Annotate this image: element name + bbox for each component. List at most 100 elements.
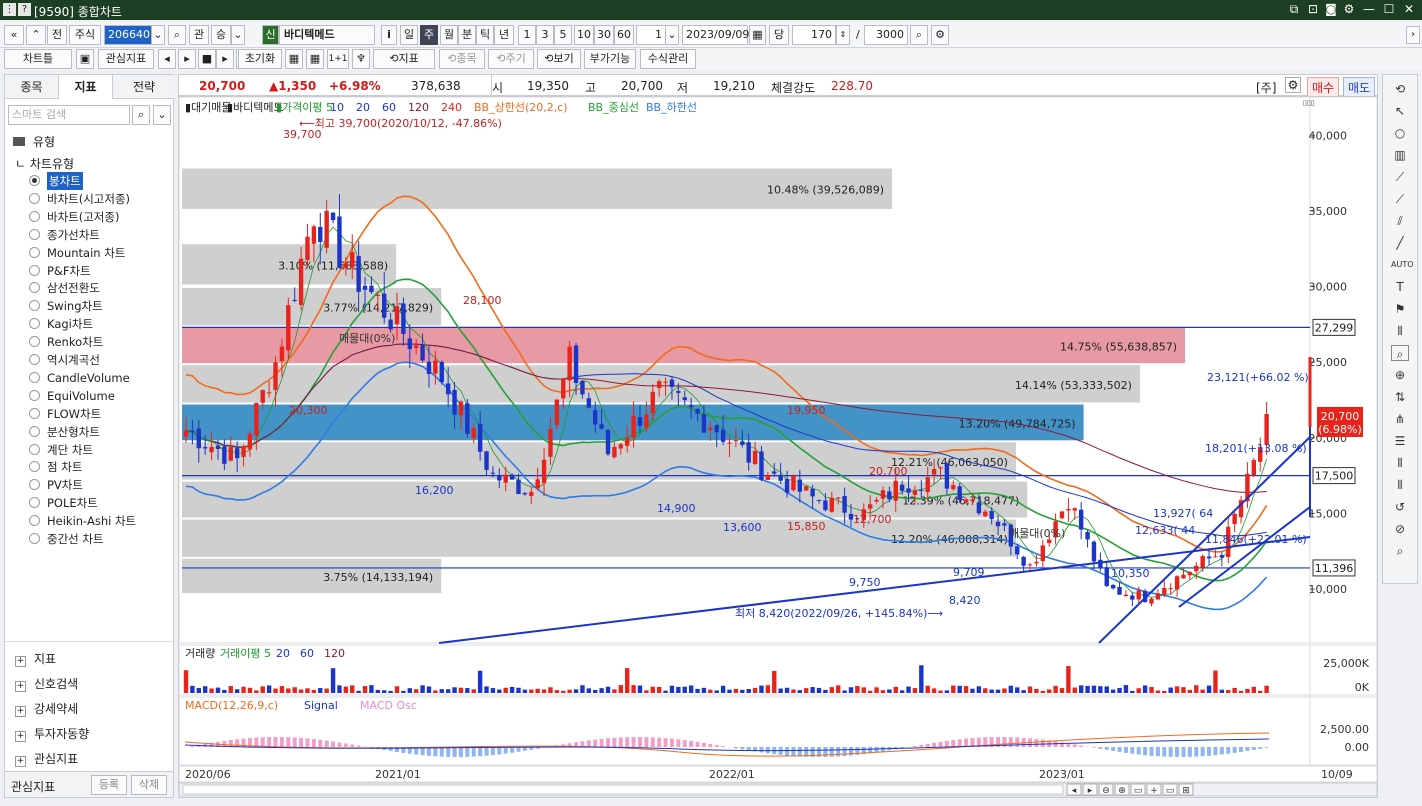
capture-icon[interactable]: ◙ — [1322, 2, 1340, 16]
circle-icon[interactable]: ○ — [1391, 125, 1409, 141]
line-icon[interactable]: ╱ — [1391, 235, 1409, 251]
num-30[interactable]: 30 — [594, 25, 614, 45]
count-input[interactable]: 170 — [792, 25, 836, 45]
radio-icon[interactable] — [29, 354, 40, 365]
rise-button[interactable]: 승 — [211, 25, 231, 45]
menu-icon[interactable]: ⋮ — [3, 3, 16, 16]
tab-indicator[interactable]: 지표 — [59, 75, 113, 99]
market-select[interactable]: 주식 — [69, 25, 101, 45]
radio-icon[interactable] — [29, 282, 40, 294]
indicator-button[interactable]: ⟲지표 — [373, 49, 435, 69]
link-icon[interactable]: ⧉ — [1285, 2, 1303, 17]
search-icon[interactable]: ⌕ — [168, 25, 186, 45]
prev-button[interactable]: 전 — [47, 25, 67, 45]
gann-icon[interactable]: ⋔ — [1391, 411, 1409, 427]
tree-watch[interactable]: + 관심지표 — [15, 750, 78, 767]
radio-icon[interactable] — [29, 443, 40, 455]
lines-icon[interactable]: ☰ — [1391, 433, 1409, 449]
tree-indicator[interactable]: + 지표 — [15, 650, 56, 667]
num-10[interactable]: 10 — [574, 25, 594, 45]
reset-button[interactable]: 초기화 — [238, 49, 282, 69]
radio-icon[interactable] — [29, 175, 40, 186]
watch-indicator-button[interactable]: 관심지표 — [98, 49, 154, 69]
help-icon[interactable]: ? — [18, 3, 31, 16]
radio-icon[interactable] — [29, 515, 40, 527]
num-60[interactable]: 60 — [614, 25, 634, 45]
tree-group-type[interactable]: 유형 — [13, 133, 55, 150]
delete-button[interactable]: 삭제 — [131, 775, 167, 795]
minimize-icon[interactable]: — — [1360, 2, 1378, 16]
zoom-icon[interactable]: ⌕ — [910, 25, 928, 45]
compare-icon[interactable]: ♆ — [352, 49, 370, 69]
layout2-icon[interactable]: ▦ — [306, 49, 324, 69]
play-button[interactable]: ▸ — [216, 49, 234, 69]
radio-icon[interactable] — [29, 407, 40, 419]
back-button[interactable]: « — [4, 25, 24, 45]
date-input[interactable]: 2023/09/09 — [682, 25, 749, 45]
radio-icon[interactable] — [29, 210, 40, 222]
radio-icon[interactable] — [29, 264, 40, 276]
candle-icon[interactable]: ⫴ — [1391, 323, 1409, 339]
radio-icon[interactable] — [29, 389, 40, 401]
tree-investor[interactable]: + 투자자동향 — [15, 725, 89, 742]
chart-svg[interactable]: 10.48% (39,526,089) 3.10% (11,683,588) 3.7… — [179, 97, 1377, 797]
maximize-icon[interactable]: ☐ — [1380, 2, 1398, 16]
search-icon[interactable]: ⌕ — [132, 105, 150, 125]
sell-button[interactable]: 매도 — [1343, 77, 1376, 98]
pin-icon[interactable]: ⊡ — [1304, 2, 1322, 16]
zoom-in-icon[interactable]: ⊕ — [1391, 367, 1409, 383]
calendar-icon[interactable]: ▦ — [749, 25, 766, 45]
chart-area[interactable]: 10.48% (39,526,089) 3.10% (11,683,588) 3.7… — [178, 96, 1378, 798]
code-input[interactable]: 206640 — [104, 25, 152, 45]
tree-signal[interactable]: + 신호검색 — [15, 675, 78, 692]
rotate-icon[interactable]: ⟲ — [1391, 81, 1409, 97]
layout-icon[interactable]: ▦ — [285, 49, 303, 69]
item-button[interactable]: ⟲종목 — [439, 49, 485, 69]
gear-icon[interactable]: ⚙ — [1285, 77, 1301, 93]
radio-icon[interactable] — [29, 461, 40, 473]
radio-icon[interactable] — [29, 533, 40, 544]
stop-button[interactable]: ■ — [198, 49, 216, 69]
radio-icon[interactable] — [29, 371, 40, 383]
magnify-icon[interactable]: ⌕ — [1391, 345, 1409, 361]
settings-icon[interactable]: ⚙ — [1340, 2, 1358, 16]
period-week[interactable]: 주 — [420, 25, 438, 45]
trendline2-icon[interactable]: ⟋ — [1391, 191, 1409, 207]
smart-search-input[interactable]: 스마트 검색 — [8, 105, 130, 125]
search-icon[interactable]: ⌕ — [1391, 543, 1409, 559]
buy-button[interactable]: 매수 — [1307, 77, 1340, 98]
gear-icon[interactable]: ⚙ — [931, 25, 949, 45]
toolbar-more-button[interactable]: › — [1406, 26, 1420, 44]
undo-icon[interactable]: ↺ — [1391, 499, 1409, 515]
related-button[interactable]: 관 — [189, 25, 209, 45]
n-dropdown[interactable]: ⌄ — [665, 25, 679, 45]
period-year[interactable]: 년 — [494, 25, 514, 45]
register-button[interactable]: 등록 — [91, 775, 127, 795]
count-stepper[interactable]: ⇕ — [836, 25, 850, 45]
radio-icon[interactable] — [29, 497, 40, 509]
period-minute[interactable]: 분 — [458, 25, 476, 45]
radio-icon[interactable] — [29, 246, 40, 258]
info-button[interactable]: i — [381, 25, 397, 45]
rise-dropdown[interactable]: ⌄ — [231, 25, 245, 45]
collapse-button[interactable]: ⌃ — [26, 25, 46, 45]
text-icon[interactable]: T — [1391, 279, 1409, 295]
num-5[interactable]: 5 — [554, 25, 572, 45]
cursor-icon[interactable]: ↖ — [1391, 103, 1409, 119]
one-plus-one-button[interactable]: 1+1 — [327, 49, 349, 69]
radio-icon[interactable] — [29, 336, 40, 348]
dang-button[interactable]: 당 — [769, 25, 789, 45]
formula-button[interactable]: 수식관리 — [640, 49, 696, 69]
tab-item[interactable]: 종목 — [5, 75, 59, 99]
save-icon[interactable]: ▣ — [76, 49, 94, 69]
cycle-button[interactable]: ⟲주기 — [488, 49, 534, 69]
auto-icon[interactable]: AUTO — [1391, 257, 1414, 273]
columns-icon[interactable]: ⦀ — [1391, 455, 1409, 471]
columns2-icon[interactable]: ⦀ — [1391, 477, 1409, 493]
radio-icon[interactable] — [29, 318, 40, 330]
num-1[interactable]: 1 — [518, 25, 536, 45]
radio-icon[interactable] — [29, 228, 40, 240]
bar-chart-icon[interactable]: ▥ — [1391, 147, 1409, 163]
tree-strength[interactable]: + 강세약세 — [15, 700, 78, 717]
tab-strategy[interactable]: 전략 — [113, 75, 175, 99]
